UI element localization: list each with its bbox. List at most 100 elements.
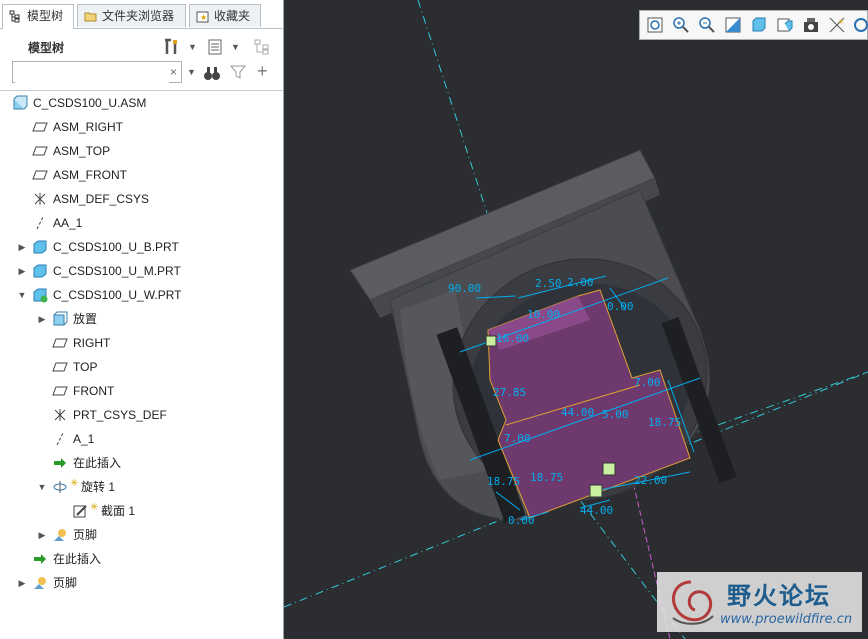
folder-icon [84,12,97,22]
tree-item-placement[interactable]: ▶ 放置 [0,307,282,331]
repaint-icon[interactable] [724,16,742,34]
dimension-text: 16.00 [496,332,529,345]
settings-tools-icon[interactable] [163,38,181,56]
tree-item-label: RIGHT [73,336,111,350]
dimension-text: 10.00 [527,308,560,321]
tab-label: 模型树 [27,9,64,23]
svg-text:★: ★ [200,13,207,22]
datum-axis-icon [36,216,44,230]
zoom-out-icon[interactable] [698,16,716,34]
datum-plane-icon [52,386,68,396]
dimension-text: 7.00 [634,376,661,389]
tree-item-section[interactable]: ✳ 截面 1 [0,499,282,523]
tree-item-label: C_CSDS100_U.ASM [33,96,147,110]
tree-item-axis[interactable]: AA_1 [0,211,282,235]
search-input[interactable] [15,63,169,83]
show-dropdown-icon[interactable]: ▼ [231,42,240,52]
tree-item-datum-plane[interactable]: ASM_RIGHT [0,115,282,139]
add-column-icon[interactable]: + [257,62,268,80]
tree-item-datum-plane[interactable]: ASM_TOP [0,139,282,163]
tree-item-part[interactable]: ▶ C_CSDS100_U_B.PRT [0,235,282,259]
tree-item-label: C_CSDS100_U_M.PRT [53,264,181,278]
tree-item-assembly[interactable]: C_CSDS100_U.ASM [0,91,282,115]
dimension-text: 44.00 [580,504,613,517]
tab-favorites[interactable]: ★ 收藏夹 [189,4,261,27]
assembly-icon [13,95,28,110]
tree-item-part[interactable]: ▶ C_CSDS100_U_M.PRT [0,259,282,283]
collapse-icon[interactable]: ▼ [37,482,47,492]
dimension-text: 22.00 [634,474,667,487]
expand-icon[interactable]: ▶ [17,578,27,588]
display-style-icon[interactable] [750,16,768,34]
expand-icon[interactable]: ▶ [17,242,27,252]
tree-item-label: ASM_FRONT [53,168,128,182]
tree-item-csys[interactable]: ASM_DEF_CSYS [0,187,282,211]
search-dropdown-icon[interactable]: ▼ [187,67,196,77]
filter-icon[interactable] [230,64,246,80]
tree-item-datum-plane[interactable]: RIGHT [0,331,282,355]
tree-item-label: ASM_RIGHT [53,120,124,134]
tree-item-insert-here[interactable]: 在此插入 [0,547,282,571]
tree-filters-icon[interactable] [253,38,271,56]
spin-center-icon[interactable] [852,16,868,34]
tree-item-insert-here[interactable]: 在此插入 [0,451,282,475]
dimension-text: 18.75 [530,471,563,484]
datum-display-icon[interactable]: ✳ [828,16,846,34]
tree-item-datum-plane[interactable]: FRONT [0,379,282,403]
tree-item-label: AA_1 [53,216,83,230]
tree-item-part-active[interactable]: ▼ C_CSDS100_U_W.PRT [0,283,282,307]
tree-item-datum-plane[interactable]: ASM_FRONT [0,163,282,187]
clear-search-icon[interactable]: × [170,65,177,79]
graphics-window[interactable]: 90.00 2.50 2.00 0.00 10.00 16.00 27.85 4… [284,0,868,639]
constraint-icon [589,484,603,498]
expand-icon[interactable]: ▶ [37,530,47,540]
new-feature-star-icon: ✳ [90,502,99,513]
svg-text:✳: ✳ [838,18,844,26]
tree-item-label: 截面 1 [101,504,136,518]
saved-views-icon[interactable] [776,16,794,34]
watermark-url: www.proewildfire.cn [720,612,853,627]
tree-item-label: 在此插入 [53,552,102,566]
model-tree-panel: 模型树 文件夹浏览器 ★ 收藏夹 模型树 ▼ ▼ × ▼ + C_CSDS100… [0,0,284,639]
revolve-icon [53,481,67,493]
tab-label: 收藏夹 [214,9,251,23]
dimension-text: 90.00 [448,282,481,295]
search-field[interactable]: × [12,61,182,83]
expand-icon[interactable]: ▶ [17,266,27,276]
favorites-icon: ★ [196,11,209,23]
view-manager-icon[interactable] [802,16,820,34]
new-feature-star-icon: ✳ [70,478,79,489]
dimension-text: 5.00 [602,408,629,421]
tree-item-revolve[interactable]: ▼ ✳ 旋转 1 [0,475,282,499]
expand-icon[interactable]: ▶ [37,314,47,324]
tree-item-datum-plane[interactable]: TOP [0,355,282,379]
green-arrow-icon [54,458,66,468]
dimension-text: 44.00 [561,406,594,419]
settings-dropdown-icon[interactable]: ▼ [188,42,197,52]
refit-icon[interactable] [646,16,664,34]
find-binoculars-icon[interactable] [203,64,221,82]
dimension-text: 27.85 [493,386,526,399]
tree-item-label: 在此插入 [73,456,122,470]
tab-folder-browser[interactable]: 文件夹浏览器 [77,4,186,27]
dimension-text: 0.00 [508,514,535,527]
tab-model-tree[interactable]: 模型树 [2,4,74,29]
tree-item-label: 放置 [73,312,98,326]
constraint-icon [602,462,616,476]
tree-item-label: TOP [73,360,98,374]
zoom-in-icon[interactable] [672,16,690,34]
panel-tabs: 模型树 文件夹浏览器 ★ 收藏夹 [0,4,283,29]
collapse-icon[interactable]: ▼ [17,290,27,300]
tree-item-label: 页脚 [53,576,78,590]
tree-item-footer[interactable]: ▶ 页脚 [0,523,282,547]
tree-item-axis[interactable]: A_1 [0,427,282,451]
tree-item-label: 页脚 [73,528,98,542]
datum-plane-icon [52,338,68,348]
tree-item-footer[interactable]: ▶ 页脚 [0,571,282,595]
datum-plane-icon [32,122,48,132]
watermark: 野火论坛 www.proewildfire.cn [657,572,862,632]
dimension-text: 0.00 [607,300,634,313]
tree-item-csys[interactable]: PRT_CSYS_DEF [0,403,282,427]
coordinate-system-icon [54,409,66,421]
show-list-icon[interactable] [206,38,224,56]
